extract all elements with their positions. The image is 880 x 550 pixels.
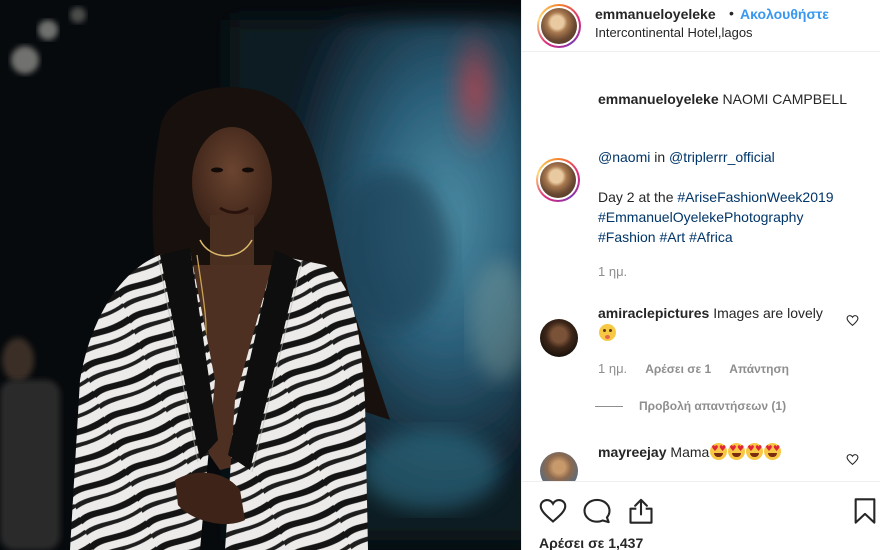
location-link[interactable]: Intercontinental Hotel,lagos (595, 25, 753, 40)
likes-count[interactable]: Αρέσει σε 1,437 (539, 535, 643, 550)
heart-eyes-emoji (728, 443, 746, 460)
comment-like-heart-icon[interactable] (846, 453, 859, 466)
caption-hashtags: Day 2 at the #AriseFashionWeek2019 #Emma… (598, 187, 863, 247)
caption-text: emmanueloyeleke NAOMI CAMPBELL (598, 89, 863, 109)
caption-title: NAOMI CAMPBELL (722, 91, 847, 107)
post-header: emmanueloyeleke • Ακολουθήστε Interconti… (522, 0, 880, 52)
comment-likes[interactable]: Αρέσει σε 1 (645, 362, 711, 376)
caption-avatar[interactable] (536, 158, 580, 202)
heart-eyes-emoji (710, 443, 728, 460)
comment-timestamp[interactable]: 1 ημ. (598, 361, 627, 376)
hashtag-africa[interactable]: #Africa (689, 229, 733, 245)
worried-face-emoji (599, 324, 616, 341)
hashtag-photography[interactable]: #EmmanuelOyelekePhotography (598, 209, 803, 225)
runway-photo-image (0, 0, 521, 550)
replies-line (595, 405, 623, 407)
separator-dot: • (729, 5, 734, 21)
author-avatar[interactable] (537, 4, 581, 48)
caption-username[interactable]: emmanueloyeleke (598, 91, 719, 107)
mention-in: in (654, 149, 666, 165)
caption-line-prefix: Day 2 at the (598, 189, 674, 205)
heart-eyes-emoji (764, 443, 782, 460)
comment-username[interactable]: mayreejay (598, 444, 667, 460)
comment-body: Mama (670, 444, 710, 460)
hashtag-fashion[interactable]: #Fashion (598, 229, 656, 245)
post-detail-panel: emmanueloyeleke • Ακολουθήστε Interconti… (521, 0, 880, 550)
caption-mentions: @naomi in @triplerrr_official (598, 147, 775, 167)
view-replies-label: Προβολή απαντήσεων (1) (639, 399, 787, 413)
post-photo[interactable] (0, 0, 521, 550)
comment-text: amiraclepictures Images are lovely (598, 303, 838, 343)
view-replies-button[interactable]: Προβολή απαντήσεων (1) (595, 399, 786, 413)
comment-avatar[interactable] (540, 452, 578, 481)
reply-button[interactable]: Απάντηση (729, 362, 789, 376)
comments-area[interactable]: emmanueloyeleke NAOMI CAMPBELL @naomi in… (522, 53, 880, 481)
author-username[interactable]: emmanueloyeleke (595, 6, 716, 22)
hashtag-arise[interactable]: #AriseFashionWeek2019 (677, 189, 833, 205)
comment-meta: 1 ημ. Αρέσει σε 1 Απάντηση (598, 361, 789, 376)
comment-text: mayreejay Mama (598, 442, 782, 462)
caption-timestamp[interactable]: 1 ημ. (598, 264, 627, 279)
follow-button[interactable]: Ακολουθήστε (740, 6, 829, 22)
comment-username[interactable]: amiraclepictures (598, 305, 709, 321)
comment-like-heart-icon[interactable] (846, 314, 859, 327)
comment-icon[interactable] (583, 497, 611, 525)
post-actions: Αρέσει σε 1,437 (522, 481, 880, 550)
share-icon[interactable] (627, 497, 655, 525)
heart-eyes-emoji (746, 443, 764, 460)
mention-naomi[interactable]: @naomi (598, 149, 650, 165)
hashtag-art[interactable]: #Art (659, 229, 685, 245)
comment-body: Images are lovely (713, 305, 823, 321)
bookmark-icon[interactable] (851, 497, 879, 525)
comment-avatar[interactable] (540, 319, 578, 357)
heart-icon[interactable] (539, 497, 567, 525)
mention-brand[interactable]: @triplerrr_official (669, 149, 775, 165)
